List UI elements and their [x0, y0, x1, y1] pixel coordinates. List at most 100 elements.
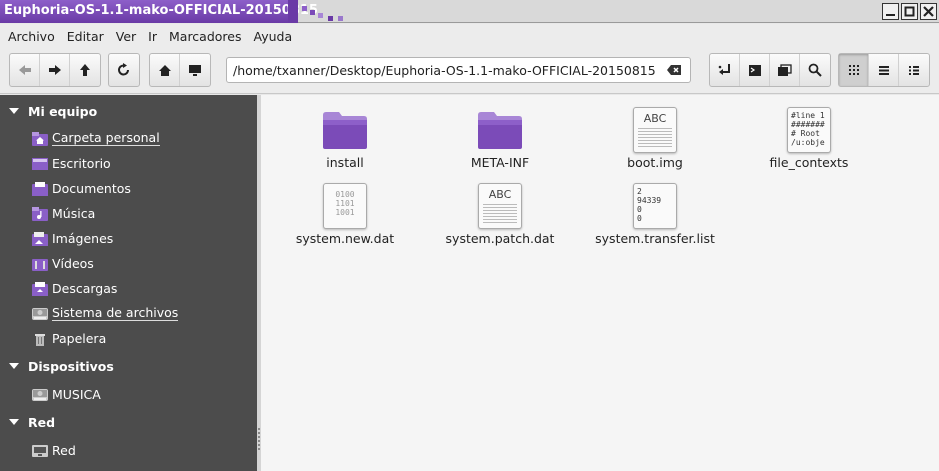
desktop-icon — [32, 157, 48, 170]
title-decoration — [288, 0, 343, 23]
list-view-icon — [878, 66, 889, 75]
section-red[interactable]: Red — [0, 409, 257, 435]
back-button[interactable] — [10, 54, 40, 86]
sidebar-item-label: Descargas — [52, 281, 118, 296]
drive-icon — [32, 388, 48, 401]
sidebar-item-imagenes[interactable]: Imágenes — [0, 226, 257, 251]
file-item-meta-inf[interactable]: META-INF — [430, 107, 570, 170]
file-item-system-patch-dat[interactable]: ABC system.patch.dat — [430, 183, 570, 246]
arrow-up-icon — [80, 64, 90, 76]
sidebar-item-label: MUSICA — [52, 387, 101, 402]
grid-view-icon — [848, 65, 859, 75]
actions-group — [709, 53, 831, 87]
file-name: file_contexts — [769, 155, 849, 170]
menu-marcadores[interactable]: Marcadores — [169, 29, 242, 44]
search-icon — [808, 63, 822, 77]
text-file-icon: ABC — [632, 107, 678, 153]
file-name: system.transfer.list — [595, 231, 715, 246]
compact-view-icon — [909, 66, 919, 75]
history-nav-group — [9, 53, 101, 87]
file-item-system-new-dat[interactable]: 0100 1101 1001 system.new.dat — [275, 183, 415, 246]
menu-bar: Archivo Editar Ver Ir Marcadores Ayuda — [0, 24, 939, 48]
file-name: system.patch.dat — [445, 231, 555, 246]
section-dispositivos[interactable]: Dispositivos — [0, 353, 257, 379]
places-group — [149, 53, 211, 87]
file-view[interactable]: install META-INF ABC boot.img #line 1 ##… — [261, 95, 939, 471]
network-icon — [32, 444, 48, 457]
new-window-icon — [778, 63, 792, 76]
close-button[interactable] — [920, 3, 937, 20]
sidebar-item-musica-drive[interactable]: MUSICA — [0, 382, 257, 407]
folder-icon — [323, 112, 367, 149]
expander-down-icon — [9, 363, 19, 369]
sidebar-item-papelera[interactable]: Papelera — [0, 326, 257, 351]
minimize-button[interactable] — [882, 3, 899, 20]
icon-view-button[interactable] — [839, 54, 869, 86]
file-name: boot.img — [627, 155, 683, 170]
sidebar-item-label: Música — [52, 206, 96, 221]
open-terminal-button[interactable] — [740, 54, 770, 86]
home-button[interactable] — [150, 54, 180, 86]
file-item-boot-img[interactable]: ABC boot.img — [585, 107, 725, 170]
location-bar[interactable] — [226, 57, 691, 83]
videos-folder-icon — [32, 258, 48, 271]
sidebar-item-videos[interactable]: Vídeos — [0, 251, 257, 276]
toggle-location-button[interactable] — [710, 54, 740, 86]
splitter-grip[interactable] — [258, 428, 260, 452]
sidebar-item-label: Sistema de archivos — [52, 305, 179, 321]
maximize-button[interactable] — [901, 3, 918, 20]
computer-icon — [189, 64, 201, 76]
location-input[interactable] — [227, 58, 657, 82]
sidebar-item-label: Documentos — [52, 181, 131, 196]
list-view-button[interactable] — [869, 54, 899, 86]
section-label: Red — [28, 414, 56, 430]
documents-folder-icon — [32, 181, 48, 196]
sidebar-item-label: Vídeos — [52, 256, 94, 271]
file-preview: #line 1 ####### # Root /u:obje — [791, 111, 825, 147]
arrow-right-icon — [48, 65, 61, 75]
sidebar-item-carpeta-personal[interactable]: Carpeta personal — [0, 126, 257, 151]
file-preview: ABC — [643, 112, 667, 125]
menu-ir[interactable]: Ir — [148, 29, 157, 44]
reload-group — [108, 53, 140, 87]
menu-ver[interactable]: Ver — [116, 29, 136, 44]
file-name: install — [326, 155, 364, 170]
sidebar-item-escritorio[interactable]: Escritorio — [0, 151, 257, 176]
sidebar-item-descargas[interactable]: Descargas — [0, 276, 257, 301]
up-button[interactable] — [70, 54, 100, 86]
music-folder-icon — [32, 206, 48, 221]
toolbar — [0, 48, 939, 94]
menu-ayuda[interactable]: Ayuda — [254, 29, 293, 44]
sidebar-item-label: Papelera — [52, 331, 107, 346]
sidebar: Mi equipo Carpeta personal Escritorio Do… — [0, 95, 257, 471]
text-file-icon: #line 1 ####### # Root /u:obje — [786, 107, 832, 153]
trash-icon — [35, 333, 45, 346]
menu-editar[interactable]: Editar — [67, 29, 104, 44]
sidebar-item-sistema-de-archivos[interactable]: Sistema de archivos — [0, 301, 257, 326]
reload-button[interactable] — [109, 54, 139, 86]
sidebar-item-red[interactable]: Red — [0, 438, 257, 463]
sidebar-item-label: Imágenes — [52, 231, 114, 246]
sidebar-item-documentos[interactable]: Documentos — [0, 176, 257, 201]
compact-view-button[interactable] — [899, 54, 929, 86]
sidebar-item-musica[interactable]: Música — [0, 201, 257, 226]
reload-icon — [118, 63, 129, 76]
downloads-folder-icon — [32, 281, 48, 296]
sidebar-item-label: Escritorio — [52, 156, 111, 171]
forward-button[interactable] — [40, 54, 70, 86]
location-toggle-icon — [718, 64, 730, 75]
folder-icon — [478, 112, 522, 149]
terminal-icon — [748, 64, 761, 76]
computer-button[interactable] — [180, 54, 210, 86]
section-mi-equipo[interactable]: Mi equipo — [0, 98, 257, 124]
new-window-button[interactable] — [770, 54, 800, 86]
clear-text-icon[interactable] — [666, 64, 682, 76]
title-bar[interactable]: Euphoria-OS-1.1-mako-OFFICIAL-20150815 — [0, 0, 939, 23]
file-item-system-transfer-list[interactable]: 2 94339 0 0 system.transfer.list — [585, 183, 725, 246]
drive-icon — [32, 307, 48, 320]
file-name: META-INF — [470, 155, 530, 170]
file-item-install[interactable]: install — [275, 107, 415, 170]
file-item-file-contexts[interactable]: #line 1 ####### # Root /u:obje file_cont… — [739, 107, 879, 170]
menu-archivo[interactable]: Archivo — [8, 29, 55, 44]
search-button[interactable] — [800, 54, 830, 86]
